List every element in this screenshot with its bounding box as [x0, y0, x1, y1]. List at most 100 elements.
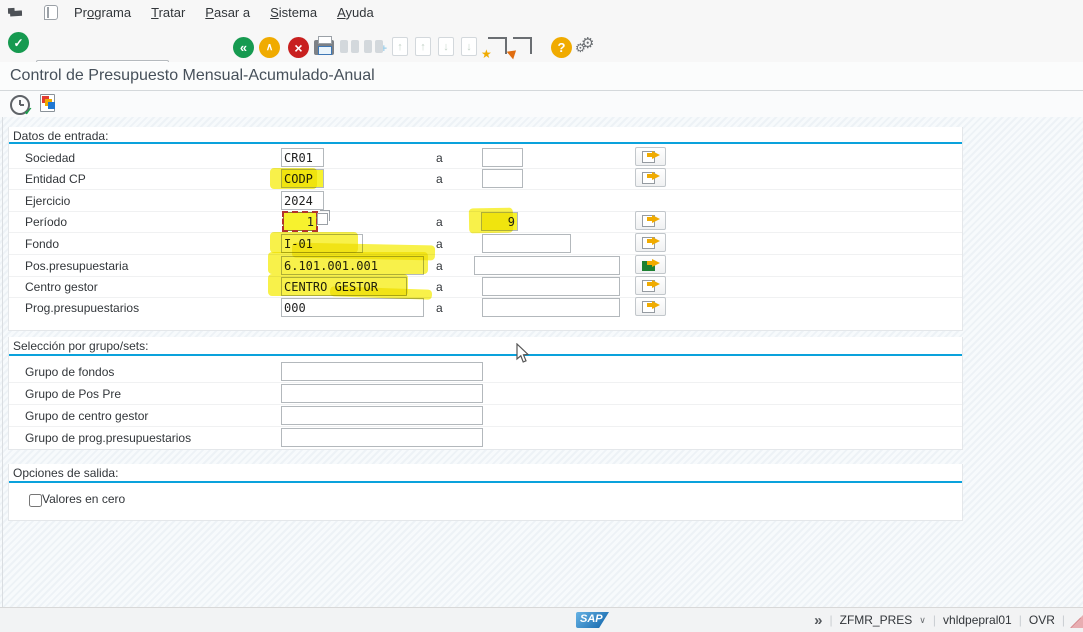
label-periodo: Período [25, 215, 67, 229]
highlight-periodo-to [469, 208, 513, 234]
menu-programa[interactable]: Programa [70, 5, 135, 20]
menu-sistema[interactable]: Sistema [266, 5, 321, 20]
shortcut-icon [513, 37, 532, 54]
section-line [9, 142, 962, 144]
back-button[interactable]: « [233, 37, 254, 58]
arrow-right-icon [652, 280, 660, 288]
create-shortcut-button[interactable] [513, 37, 532, 54]
help-button[interactable]: ? [551, 37, 572, 58]
variant-blue-square-icon [48, 102, 55, 109]
row-pos-presupuestaria: Pos.presupuestaria a [9, 255, 962, 277]
label-entidad-cp: Entidad CP [25, 172, 86, 186]
sociedad-input[interactable] [281, 148, 324, 167]
prog-presupuestarios-input[interactable] [281, 298, 424, 317]
grupo-centro-gestor-input[interactable] [281, 406, 483, 425]
sociedad-to-input[interactable] [482, 148, 523, 167]
label-prog-presupuestarios: Prog.presupuestarios [25, 301, 139, 315]
title-bar: Control de Presupuesto Mensual-Acumulado… [0, 62, 1083, 91]
page-down-button[interactable]: ↓ [438, 37, 454, 56]
menu-pasar-a[interactable]: Pasar a [201, 5, 254, 20]
new-session-icon: ★ [488, 37, 507, 54]
range-a-label: a [436, 259, 443, 273]
find-icon [340, 40, 359, 53]
grupo-fondos-input[interactable] [281, 362, 483, 381]
label-fondo: Fondo [25, 237, 59, 251]
arrow-right-icon [652, 151, 660, 159]
row-sociedad: Sociedad a [9, 147, 962, 169]
copy-pages-icon[interactable] [317, 213, 328, 225]
transaction-code[interactable]: ZFMR_PRES [840, 613, 913, 627]
arrow-right-icon [652, 172, 660, 180]
multi-select-entidad-button[interactable] [635, 168, 666, 187]
row-centro-gestor: Centro gestor a [9, 276, 962, 298]
multi-select-periodo-button[interactable] [635, 211, 666, 230]
grupo-pos-pre-input[interactable] [281, 384, 483, 403]
divider: | [933, 613, 936, 627]
row-grupo-prog: Grupo de prog.presupuestarios [9, 427, 962, 448]
last-page-button[interactable]: ↓ [461, 37, 477, 56]
arrow-right-icon [652, 259, 660, 267]
multi-select-pos-button[interactable] [635, 255, 666, 274]
section-title-entrada: Datos de entrada: [13, 129, 108, 143]
pink-annotation-mark [1070, 615, 1083, 628]
range-a-label: a [436, 280, 443, 294]
range-a-label: a [436, 301, 443, 315]
range-a-label: a [436, 172, 443, 186]
entidad-cp-to-input[interactable] [482, 169, 523, 188]
panel-opciones-salida: Opciones de salida: Valores en cero [8, 464, 963, 521]
row-grupo-pos-pre: Grupo de Pos Pre [9, 383, 962, 405]
fondo-to-input[interactable] [482, 234, 571, 253]
pos-presupuestaria-to-input[interactable] [474, 256, 620, 275]
menu-bar: Programa Tratar Pasar a Sistema Ayuda [0, 0, 1083, 25]
row-grupo-fondos: Grupo de fondos [9, 361, 962, 383]
multi-select-centro-button[interactable] [635, 276, 666, 295]
cancel-button[interactable]: × [288, 37, 309, 58]
print-icon [314, 40, 334, 55]
divider: | [1019, 613, 1022, 627]
highlight-entidad [270, 168, 317, 189]
label-grupo-pos-pre: Grupo de Pos Pre [25, 387, 121, 401]
row-valores-en-cero: Valores en cero [9, 488, 962, 509]
multi-select-prog-button[interactable] [635, 297, 666, 316]
find-button[interactable] [340, 36, 359, 53]
expand-status-icon[interactable]: » [814, 612, 822, 629]
periodo-input[interactable] [283, 212, 317, 231]
find-next-icon: + [364, 40, 383, 53]
mouse-cursor [516, 343, 531, 369]
section-line [9, 354, 962, 356]
customize-button[interactable]: ⚙ ⚙ [577, 37, 599, 59]
multi-select-fondo-button[interactable] [635, 233, 666, 252]
insert-mode[interactable]: OVR [1029, 613, 1055, 627]
enter-button[interactable]: ✓ [8, 32, 29, 53]
window-icon[interactable] [44, 5, 58, 20]
valores-en-cero-checkbox[interactable] [29, 494, 42, 507]
print-button[interactable] [314, 36, 334, 55]
grupo-prog-input[interactable] [281, 428, 483, 447]
menu-ayuda[interactable]: Ayuda [333, 5, 378, 20]
status-bar: SAP » | ZFMR_PRES ∨ | vhldpepral01 | OVR… [0, 607, 1083, 632]
multi-select-sociedad-button[interactable] [635, 147, 666, 166]
label-pos-presupuestaria: Pos.presupuestaria [25, 259, 128, 273]
get-variant-button[interactable] [40, 94, 55, 112]
find-next-button[interactable]: + [364, 36, 383, 53]
standard-toolbar: ✓ ∨ « « ∧ × + ↑ ↑ ↓ ↓ ★ ? ⚙ ⚙ [0, 24, 1083, 63]
label-grupo-fondos: Grupo de fondos [25, 365, 114, 379]
row-grupo-centro-gestor: Grupo de centro gestor [9, 405, 962, 427]
new-session-button[interactable]: ★ [488, 37, 507, 54]
range-a-label: a [436, 151, 443, 165]
prog-presupuestarios-to-input[interactable] [482, 298, 620, 317]
exit-button[interactable]: ∧ [259, 37, 280, 58]
panel-grupo-sets: Selección por grupo/sets: Grupo de fondo… [8, 337, 963, 450]
session-icon[interactable] [8, 7, 23, 18]
page-up-button[interactable]: ↑ [415, 37, 431, 56]
menu-tratar[interactable]: Tratar [147, 5, 189, 20]
highlight-pos-presupuestaria [268, 252, 428, 274]
first-page-button[interactable]: ↑ [392, 37, 408, 56]
execute-button[interactable]: ✓ [10, 95, 30, 115]
ejercicio-input[interactable] [281, 191, 324, 210]
range-a-label: a [436, 237, 443, 251]
centro-gestor-to-input[interactable] [482, 277, 620, 296]
status-right-cluster: » | ZFMR_PRES ∨ | vhldpepral01 | OVR | [814, 608, 1065, 632]
transaction-dropdown-icon[interactable]: ∨ [919, 615, 926, 626]
divider: | [829, 613, 832, 627]
